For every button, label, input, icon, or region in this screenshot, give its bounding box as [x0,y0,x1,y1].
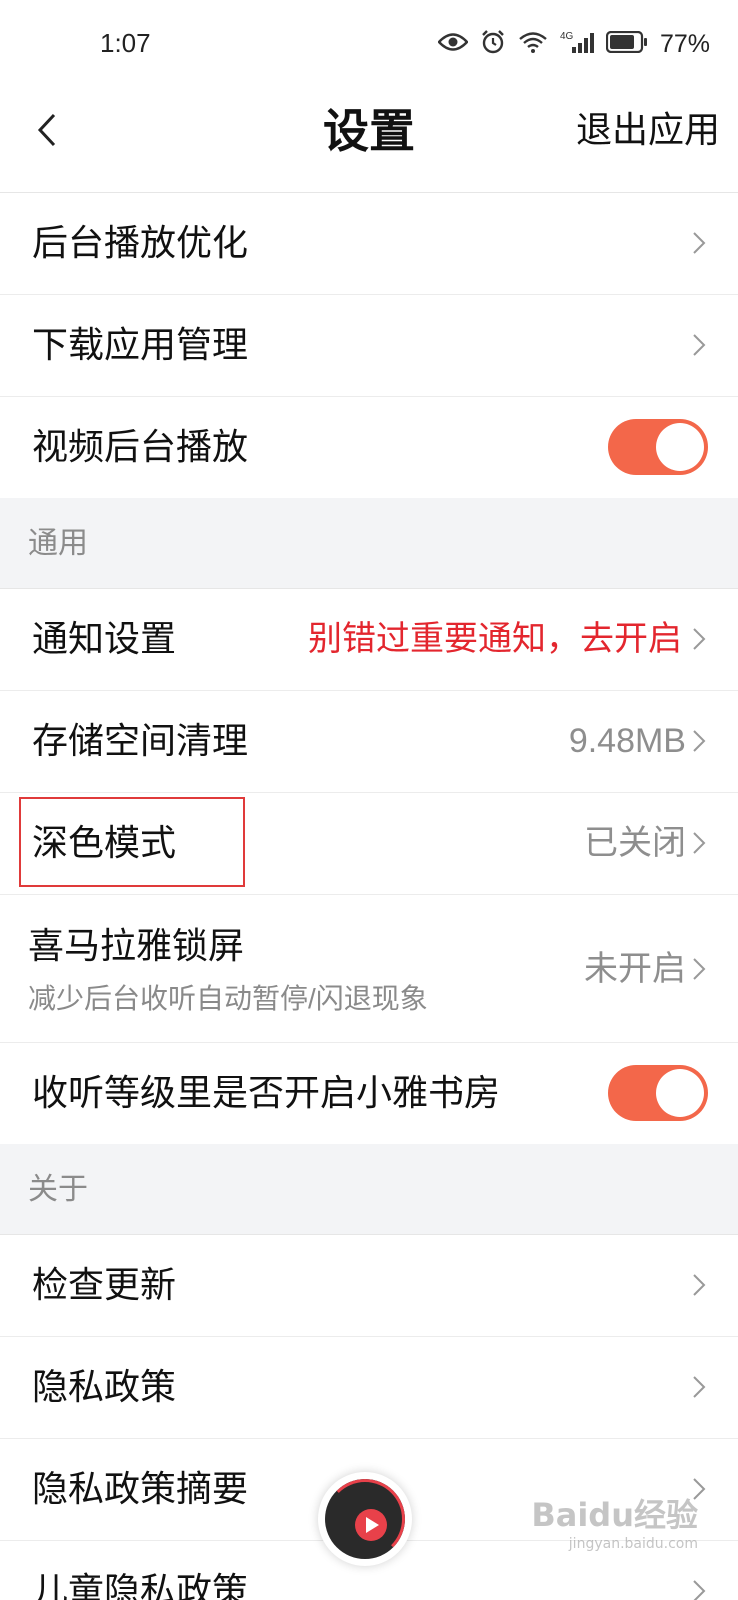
setting-label: 隐私政策 [32,1366,177,1407]
status-time: 1:07 [100,28,151,58]
setting-label: 儿童隐私政策 [32,1570,249,1600]
setting-label: 存储空间清理 [32,720,249,761]
list-top-spacer [0,176,738,192]
setting-subtitle: 减少后台收听自动暂停/闪退现象 [28,983,428,1014]
top-nav-bar: 设置 退出应用 [0,90,738,177]
setting-download-app-manage[interactable]: 下载应用管理 [0,294,738,396]
chevron-right-icon [690,1337,708,1437]
setting-label: 深色模式 [32,822,177,863]
chevron-right-icon [690,1541,708,1600]
setting-label: 下载应用管理 [32,324,249,365]
setting-background-play-optimize[interactable]: 后台播放优化 [0,192,738,294]
section-title: 关于 [28,1173,88,1206]
floating-player-button[interactable] [318,1472,412,1566]
setting-label: 检查更新 [32,1264,177,1305]
chevron-right-icon [690,295,708,395]
toggle-knob [656,1069,704,1117]
section-title: 通用 [28,527,88,560]
battery-icon [605,30,648,58]
dark-mode-status: 已关闭 [584,824,686,862]
album-cover [325,1479,405,1559]
lockscreen-status: 未开启 [584,950,686,988]
setting-lockscreen[interactable]: 喜马拉雅锁屏 减少后台收听自动暂停/闪退现象 未开启 [0,894,738,1042]
setting-label: 通知设置 [32,618,177,659]
section-header-general: 通用 [0,498,738,588]
setting-storage-cleanup[interactable]: 存储空间清理 9.48MB [0,690,738,792]
setting-dark-mode[interactable]: 深色模式 已关闭 [0,792,738,894]
section-header-about: 关于 [0,1144,738,1234]
setting-video-background-play: 视频后台播放 [0,396,738,498]
study-room-toggle[interactable] [608,1065,708,1121]
storage-size: 9.48MB [568,722,686,760]
play-icon [355,1509,387,1541]
settings-list[interactable]: 后台播放优化 下载应用管理 视频后台播放 通用 通知设置 别错过重要通知，去开启… [0,176,738,1600]
notification-prompt: 别错过重要通知，去开启 [308,620,682,658]
chevron-right-icon [690,793,708,893]
toggle-knob [656,423,704,471]
setting-label: 喜马拉雅锁屏 [28,925,245,966]
chevron-right-icon [690,193,708,293]
setting-notifications[interactable]: 通知设置 别错过重要通知，去开启 [0,588,738,690]
setting-check-update[interactable]: 检查更新 [0,1234,738,1336]
chevron-right-icon [690,1439,708,1539]
setting-label: 后台播放优化 [32,222,249,263]
alarm-icon [480,29,506,60]
setting-label: 隐私政策摘要 [32,1468,249,1509]
setting-label: 收听等级里是否开启小雅书房 [32,1072,501,1113]
chevron-right-icon [690,895,708,1043]
setting-label: 视频后台播放 [32,426,249,467]
setting-study-room: 收听等级里是否开启小雅书房 [0,1042,738,1144]
exit-app-button[interactable]: 退出应用 [576,100,720,160]
status-bar: 1:07 4G 77% [0,0,738,90]
video-background-toggle[interactable] [608,419,708,475]
wifi-icon [518,30,548,59]
setting-privacy-policy[interactable]: 隐私政策 [0,1336,738,1438]
svg-text:4G: 4G [560,31,574,42]
eye-icon [437,31,469,58]
battery-percent: 77% [659,29,710,58]
status-icons: 4G 77% [437,26,710,62]
chevron-right-icon [690,589,708,689]
chevron-right-icon [690,691,708,791]
signal-icon: 4G [560,29,594,60]
chevron-right-icon [690,1235,708,1335]
